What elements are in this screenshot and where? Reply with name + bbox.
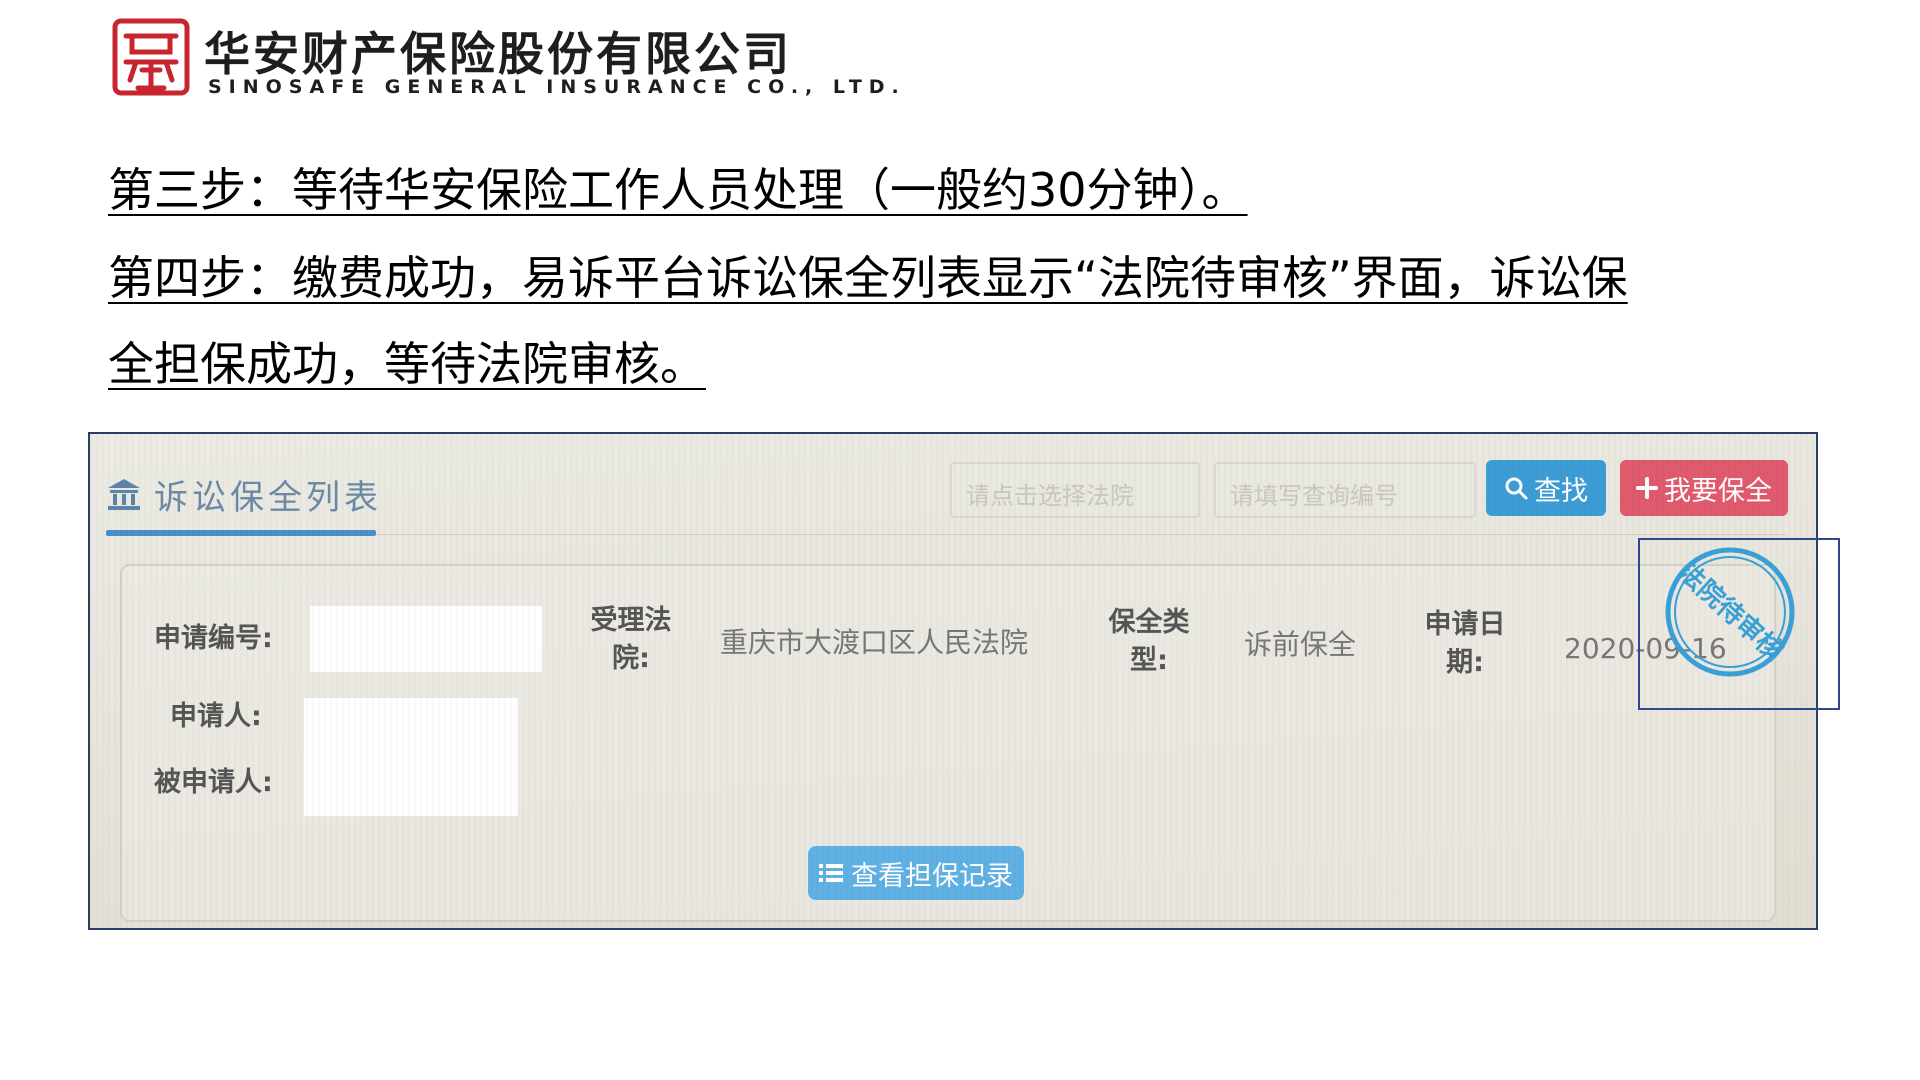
view-button-label: 查看担保记录 (851, 860, 1013, 892)
litigation-list-screenshot: 诉讼保全列表 请点击选择法院 请填写查询编号 查找 我要保全 申请编号: 受理法… (88, 432, 1818, 930)
apply-preservation-button[interactable]: 我要保全 (1620, 460, 1788, 516)
applicant-label: 申请人: (170, 701, 262, 732)
preservation-type-value: 诉前保全 (1244, 628, 1357, 661)
company-name-cn: 华安财产保险股份有限公司 (204, 27, 792, 81)
find-button-label: 查找 (1534, 475, 1588, 507)
company-name-en: SINOSAFE GENERAL INSURANCE CO., LTD. (208, 76, 906, 98)
search-icon (1505, 477, 1528, 500)
view-guarantee-records-button[interactable]: 查看担保记录 (808, 846, 1024, 900)
bank-icon (106, 476, 142, 512)
court-select-input[interactable]: 请点击选择法院 (950, 462, 1200, 518)
application-no-label: 申请编号: (154, 623, 273, 654)
court-label: 受理法院: (590, 605, 672, 674)
preservation-type-label: 保全类型: (1108, 607, 1190, 676)
company-logo: 华安财产保险股份有限公司 SINOSAFE GENERAL INSURANCE … (112, 18, 899, 100)
find-button[interactable]: 查找 (1486, 460, 1606, 516)
list-icon (819, 864, 843, 882)
panel-title: 诉讼保全列表 (154, 477, 382, 518)
stamp-highlight-box (1638, 538, 1840, 710)
step-four-text-line1: 第四步：缴费成功，易诉平台诉讼保全列表显示“法院待审核”界面，诉讼保 (108, 251, 1628, 305)
redacted-parties (304, 698, 518, 816)
step-three-text: 第三步：等待华安保险工作人员处理（一般约30分钟）。 (108, 163, 1248, 217)
apply-button-label: 我要保全 (1664, 475, 1772, 507)
active-tab-underline (106, 530, 376, 536)
court-value: 重庆市大渡口区人民法院 (720, 626, 1029, 659)
sinosafe-logo-mark (112, 18, 190, 96)
panel-header: 诉讼保全列表 (106, 472, 382, 518)
case-number-input[interactable]: 请填写查询编号 (1214, 462, 1476, 518)
plus-icon (1636, 477, 1658, 499)
redacted-application-no (310, 606, 542, 672)
step-four-text-line2: 全担保成功，等待法院审核。 (108, 337, 706, 391)
application-date-label: 申请日期: (1424, 609, 1506, 678)
respondent-label: 被申请人: (154, 767, 273, 798)
